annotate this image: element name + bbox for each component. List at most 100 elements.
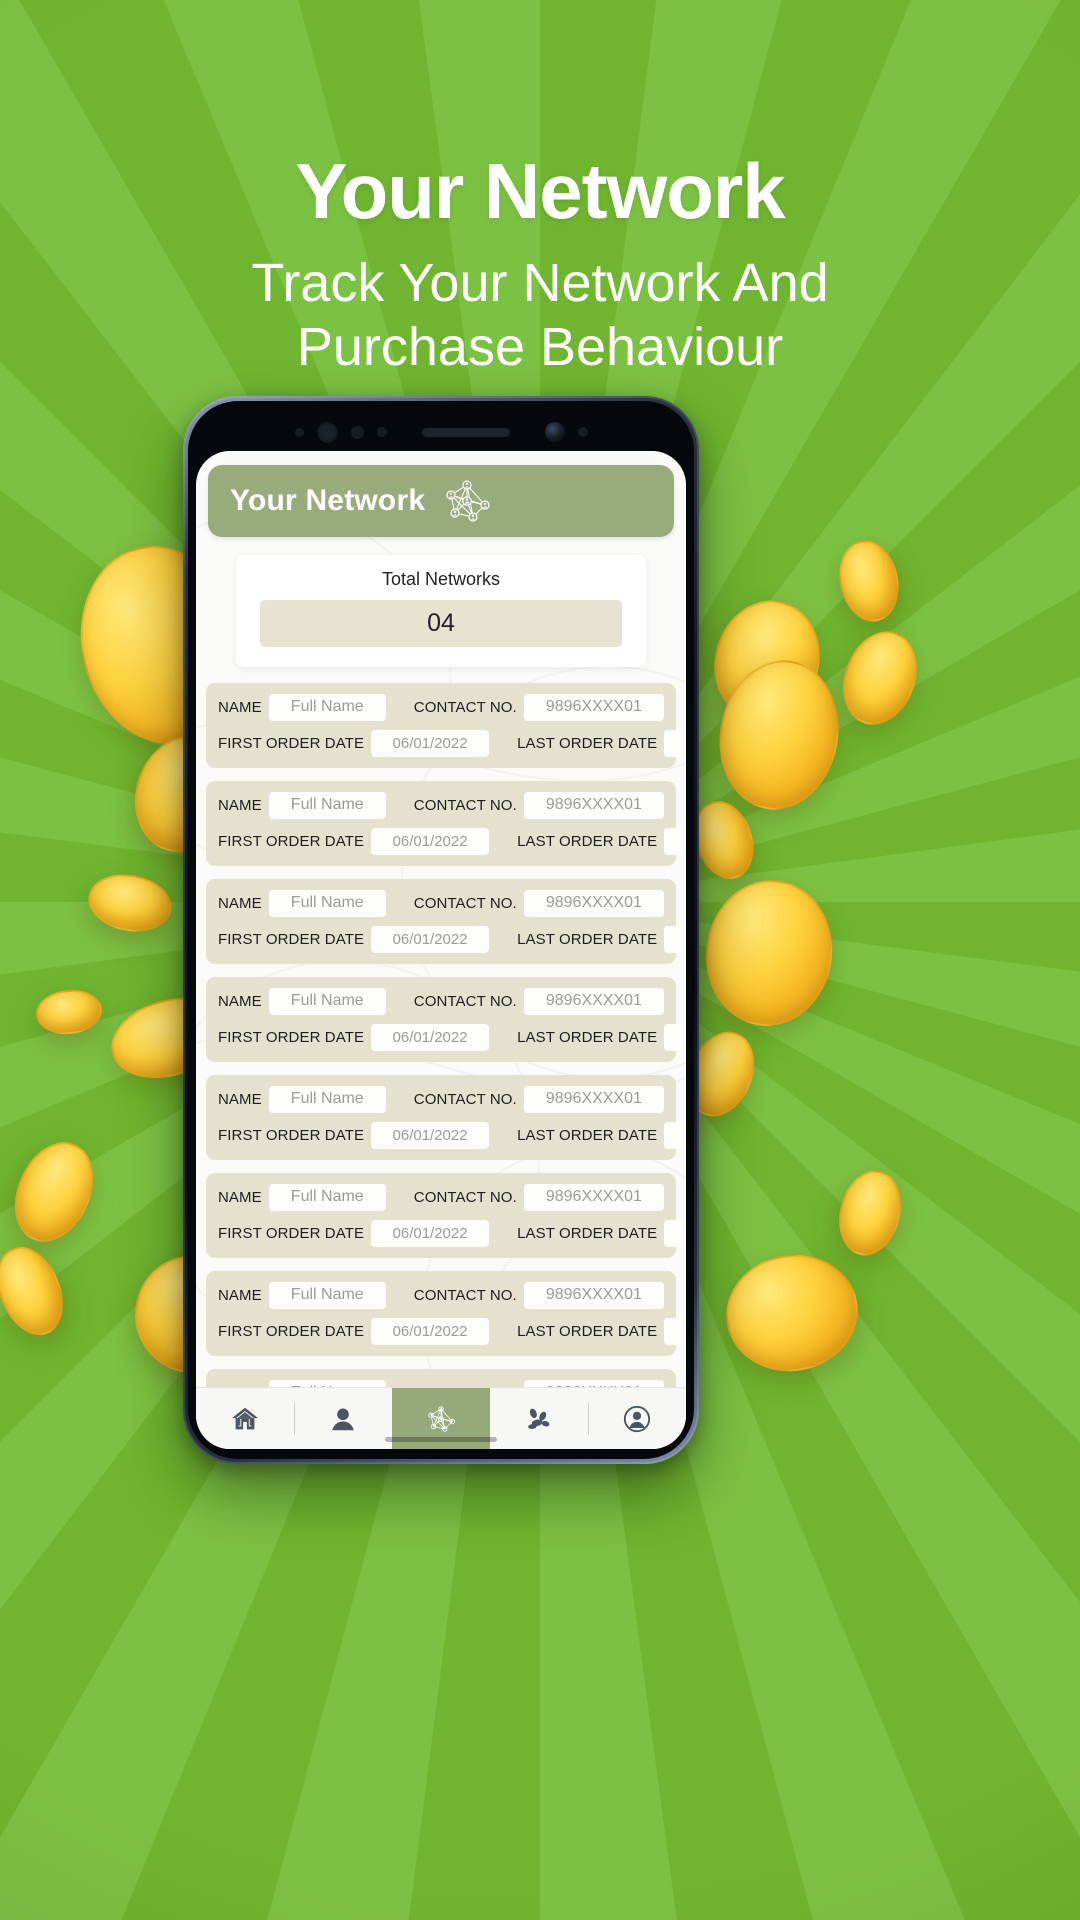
name-field[interactable]: Full Name [268, 1281, 386, 1309]
app-header: Your Network [208, 465, 674, 537]
name-field[interactable]: Full Name [268, 693, 386, 721]
last-order-date-field[interactable]: 06/01/2022 [664, 1121, 686, 1149]
person-icon [328, 1404, 358, 1434]
phone-screen: Your Network Total Networks 04 NAME Full… [196, 451, 686, 1449]
total-networks-value: 04 [260, 600, 622, 647]
contact-field[interactable]: 9896XXXX01 [523, 889, 664, 917]
name-field[interactable]: Full Name [268, 889, 386, 917]
contact-field[interactable]: 9896XXXX01 [523, 987, 664, 1015]
contact-field[interactable]: 9896XXXX01 [523, 791, 664, 819]
last-order-date-field[interactable]: 06/01/2022 [664, 1219, 686, 1247]
name-field[interactable]: Full Name [268, 791, 386, 819]
nav-item-home[interactable] [196, 1388, 294, 1449]
name-label: NAME [218, 796, 262, 814]
first-order-date-label: FIRST ORDER DATE [218, 1126, 365, 1144]
phone-bezel: Your Network Total Networks 04 NAME Full… [188, 401, 694, 1459]
network-row-top: NAME Full Name CONTACT NO. 9896XXXX01 [218, 1183, 664, 1211]
network-row-top: NAME Full Name CONTACT NO. 9896XXXX01 [218, 791, 664, 819]
last-order-date-field[interactable]: 06/01/2022 [664, 1023, 686, 1051]
last-order-date-label: LAST ORDER DATE [517, 930, 658, 948]
network-row[interactable]: NAME Full Name CONTACT NO. 9896XXXX01 FI… [206, 1075, 686, 1160]
network-row-top: NAME Full Name CONTACT NO. 9896XXXX01 [218, 889, 664, 917]
account-circle-icon [622, 1404, 652, 1434]
first-order-date-field[interactable]: 06/01/2022 [371, 1219, 490, 1247]
app-header-title: Your Network [230, 484, 426, 517]
network-row[interactable]: NAME Full Name CONTACT NO. 9896XXXX01 FI… [206, 1173, 686, 1258]
name-field[interactable]: Full Name [268, 1183, 386, 1211]
nav-item-person[interactable] [294, 1388, 392, 1449]
network-row-bottom: FIRST ORDER DATE 06/01/2022 LAST ORDER D… [218, 1023, 686, 1051]
first-order-date-field[interactable]: 06/01/2022 [371, 1121, 490, 1149]
last-order-date-label: LAST ORDER DATE [517, 734, 658, 752]
network-list[interactable]: NAME Full Name CONTACT NO. 9896XXXX01 FI… [206, 683, 686, 1449]
contact-field[interactable]: 9896XXXX01 [523, 693, 664, 721]
contact-label: CONTACT NO. [413, 992, 517, 1010]
first-order-date-label: FIRST ORDER DATE [218, 832, 365, 850]
light-sensor-icon [376, 427, 387, 437]
first-order-date-field[interactable]: 06/01/2022 [371, 1023, 490, 1051]
first-order-date-label: FIRST ORDER DATE [218, 1224, 365, 1242]
contact-label: CONTACT NO. [413, 796, 517, 814]
first-order-date-label: FIRST ORDER DATE [218, 734, 365, 752]
network-row-bottom: FIRST ORDER DATE 06/01/2022 LAST ORDER D… [218, 729, 686, 757]
contact-field[interactable]: 9896XXXX01 [523, 1183, 664, 1211]
total-networks-card: Total Networks 04 [236, 555, 646, 667]
name-label: NAME [218, 698, 262, 716]
last-order-date-label: LAST ORDER DATE [517, 1126, 658, 1144]
iris-scanner-icon [544, 422, 565, 442]
name-field[interactable]: Full Name [268, 1085, 386, 1113]
total-networks-label: Total Networks [381, 569, 501, 589]
name-label: NAME [218, 1188, 262, 1206]
network-row[interactable]: NAME Full Name CONTACT NO. 9896XXXX01 FI… [206, 781, 686, 866]
first-order-date-field[interactable]: 06/01/2022 [371, 729, 490, 757]
earpiece-speaker-icon [421, 427, 510, 437]
network-row[interactable]: NAME Full Name CONTACT NO. 9896XXXX01 FI… [206, 977, 686, 1062]
last-order-date-field[interactable]: 06/01/2022 [664, 1317, 686, 1345]
last-order-date-field[interactable]: 06/01/2022 [664, 827, 686, 855]
phone-top-sensors [196, 410, 686, 454]
last-order-date-label: LAST ORDER DATE [517, 1224, 658, 1242]
network-row-top: NAME Full Name CONTACT NO. 9896XXXX01 [218, 987, 664, 1015]
nav-item-account-circle[interactable] [588, 1388, 686, 1449]
network-row[interactable]: NAME Full Name CONTACT NO. 9896XXXX01 FI… [206, 1271, 686, 1356]
coins-icon [524, 1404, 554, 1434]
last-order-date-label: LAST ORDER DATE [517, 832, 658, 850]
network-row-top: NAME Full Name CONTACT NO. 9896XXXX01 [218, 1085, 664, 1113]
sensor-dot-icon [294, 427, 304, 437]
proximity-sensor-icon [350, 425, 364, 439]
network-graph-icon [443, 479, 491, 523]
first-order-date-field[interactable]: 06/01/2022 [371, 925, 490, 953]
network-row[interactable]: NAME Full Name CONTACT NO. 9896XXXX01 FI… [206, 683, 686, 768]
contact-label: CONTACT NO. [413, 1188, 517, 1206]
contact-field[interactable]: 9896XXXX01 [523, 1085, 664, 1113]
network-row-bottom: FIRST ORDER DATE 06/01/2022 LAST ORDER D… [218, 1317, 686, 1345]
contact-field[interactable]: 9896XXXX01 [523, 1281, 664, 1309]
name-label: NAME [218, 1286, 262, 1304]
front-camera-icon [316, 421, 338, 443]
network-row-bottom: FIRST ORDER DATE 06/01/2022 LAST ORDER D… [218, 827, 686, 855]
network-row-top: NAME Full Name CONTACT NO. 9896XXXX01 [218, 1281, 664, 1309]
home-icon [230, 1404, 260, 1434]
first-order-date-field[interactable]: 06/01/2022 [371, 1317, 490, 1345]
network-row-bottom: FIRST ORDER DATE 06/01/2022 LAST ORDER D… [218, 925, 686, 953]
name-label: NAME [218, 894, 262, 912]
last-order-date-field[interactable]: 06/01/2022 [664, 729, 686, 757]
first-order-date-label: FIRST ORDER DATE [218, 930, 365, 948]
last-order-date-field[interactable]: 06/01/2022 [664, 925, 686, 953]
contact-label: CONTACT NO. [413, 894, 517, 912]
network-row-bottom: FIRST ORDER DATE 06/01/2022 LAST ORDER D… [218, 1121, 686, 1149]
name-label: NAME [218, 1090, 262, 1108]
first-order-date-label: FIRST ORDER DATE [218, 1322, 365, 1340]
network-row-top: NAME Full Name CONTACT NO. 9896XXXX01 [218, 693, 664, 721]
last-order-date-label: LAST ORDER DATE [517, 1028, 658, 1046]
nav-item-coins[interactable] [490, 1388, 588, 1449]
network-row-bottom: FIRST ORDER DATE 06/01/2022 LAST ORDER D… [218, 1219, 686, 1247]
network-row[interactable]: NAME Full Name CONTACT NO. 9896XXXX01 FI… [206, 879, 686, 964]
home-indicator [385, 1437, 497, 1442]
contact-label: CONTACT NO. [413, 1090, 517, 1108]
first-order-date-field[interactable]: 06/01/2022 [371, 827, 490, 855]
name-field[interactable]: Full Name [268, 987, 386, 1015]
contact-label: CONTACT NO. [413, 698, 517, 716]
last-order-date-label: LAST ORDER DATE [517, 1322, 658, 1340]
sensor-dot-icon [577, 427, 588, 437]
